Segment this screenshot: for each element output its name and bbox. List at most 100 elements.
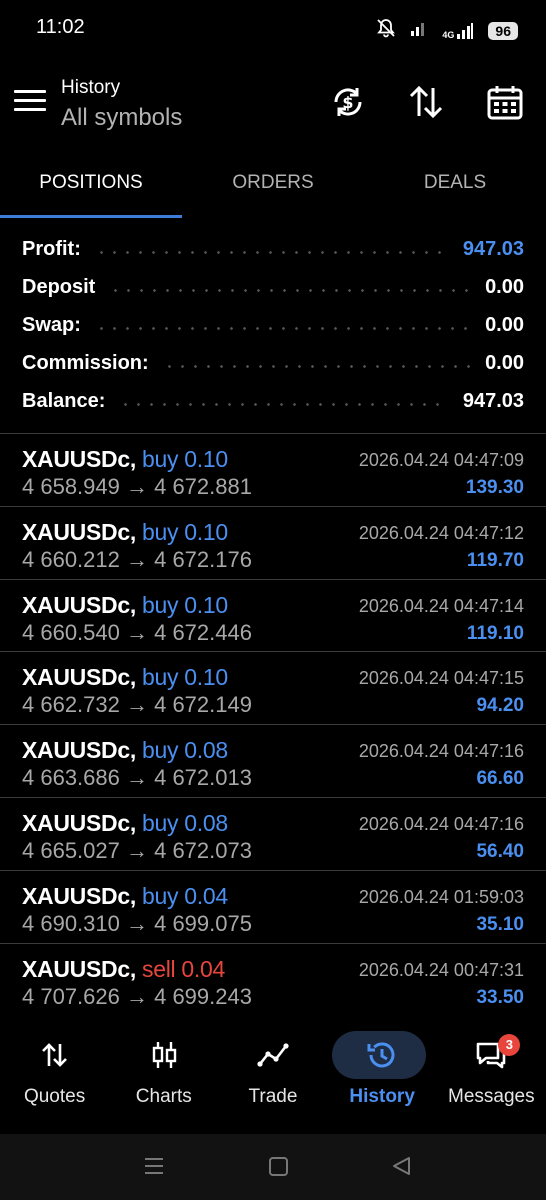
symbol-filter[interactable]: All symbols xyxy=(61,104,182,132)
position-symbol: XAUUSDc, xyxy=(22,955,136,982)
summary-row-commission: Commission: 0.00 xyxy=(0,344,546,382)
recent-apps-icon[interactable] xyxy=(143,1154,165,1183)
positions-list: XAUUSDc, buy 0.10 4 658.949 → 4 672.881 … xyxy=(0,433,546,1015)
position-row[interactable]: XAUUSDc, buy 0.04 4 690.310 → 4 699.075 … xyxy=(0,869,546,943)
position-time: 2026.04.24 00:47:31 xyxy=(358,959,524,980)
summary-row-swap: Swap: 0.00 xyxy=(0,306,546,344)
position-profit: 66.60 xyxy=(476,768,524,790)
position-symbol: XAUUSDc, xyxy=(22,882,136,909)
position-time: 2026.04.24 04:47:14 xyxy=(358,595,524,616)
history-clock-icon xyxy=(365,1038,399,1072)
history-tabs: POSITIONS ORDERS DEALS xyxy=(0,150,546,218)
position-prices: 4 663.686 → 4 672.013 xyxy=(22,765,252,791)
status-time: 11:02 xyxy=(36,16,85,38)
position-symbol: XAUUSDc, xyxy=(22,809,136,836)
quotes-arrows-icon xyxy=(38,1038,72,1072)
battery-indicator: 96 xyxy=(488,21,518,40)
status-bar: 11:02 4G 96 xyxy=(0,0,546,62)
dotted-leader xyxy=(162,364,472,368)
dotted-leader xyxy=(109,288,472,292)
position-symbol: XAUUSDc, xyxy=(22,664,136,691)
balance-label: Balance: xyxy=(22,389,106,412)
summary-row-profit: Profit: 947.03 xyxy=(0,230,546,268)
position-side: buy 0.10 xyxy=(142,664,228,691)
deposit-label: Deposit xyxy=(22,275,96,298)
position-profit: 56.40 xyxy=(476,840,524,862)
position-side: buy 0.10 xyxy=(142,518,228,545)
position-time: 2026.04.24 04:47:09 xyxy=(358,450,524,470)
summary-row-balance: Balance: 947.03 xyxy=(0,382,546,420)
position-prices: 4 660.540 → 4 672.446 xyxy=(22,619,252,645)
position-side: buy 0.10 xyxy=(142,591,228,618)
mute-bell-icon xyxy=(376,18,396,43)
commission-label: Commission: xyxy=(22,351,149,374)
nav-charts-label: Charts xyxy=(135,1086,192,1107)
swap-value: 0.00 xyxy=(485,313,524,336)
position-time: 2026.04.24 04:47:15 xyxy=(358,668,524,689)
back-icon[interactable] xyxy=(391,1154,413,1183)
swap-label: Swap: xyxy=(22,313,81,336)
status-icons: 4G 96 xyxy=(376,18,518,43)
position-profit: 33.50 xyxy=(476,986,524,1008)
position-prices: 4 665.027 → 4 672.073 xyxy=(22,837,252,863)
position-row[interactable]: XAUUSDc, buy 0.10 4 660.540 → 4 672.446 … xyxy=(0,578,546,652)
position-profit: 119.70 xyxy=(466,549,524,571)
nav-messages-label: Messages xyxy=(448,1086,535,1107)
tab-deals[interactable]: DEALS xyxy=(364,150,546,218)
profit-label: Profit: xyxy=(22,237,81,260)
trend-line-icon xyxy=(256,1038,290,1072)
nav-messages[interactable]: 3 Messages xyxy=(438,1028,544,1132)
toolbar: History All symbols $ xyxy=(0,62,546,148)
tab-positions[interactable]: POSITIONS xyxy=(0,150,182,218)
nav-quotes[interactable]: Quotes xyxy=(2,1028,108,1132)
position-row[interactable]: XAUUSDc, sell 0.04 4 707.626 → 4 699.243… xyxy=(0,942,546,1016)
position-row[interactable]: XAUUSDc, buy 0.08 4 665.027 → 4 672.073 … xyxy=(0,796,546,870)
position-symbol: XAUUSDc, xyxy=(22,446,136,472)
account-summary: Profit: 947.03 Deposit 0.00 Swap: 0.00 C… xyxy=(0,230,546,420)
nav-history-label: History xyxy=(349,1086,415,1107)
position-row[interactable]: XAUUSDc, buy 0.08 4 663.686 → 4 672.013 … xyxy=(0,724,546,797)
network-4g-icon: 4G xyxy=(442,22,474,40)
nav-charts[interactable]: Charts xyxy=(111,1028,217,1132)
sync-money-icon[interactable]: $ xyxy=(328,82,368,122)
position-side: buy 0.08 xyxy=(142,737,228,764)
position-prices: 4 662.732 → 4 672.149 xyxy=(22,692,252,718)
position-profit: 35.10 xyxy=(476,913,524,935)
signal-icon xyxy=(410,19,428,42)
position-profit: 139.30 xyxy=(465,477,524,498)
position-symbol: XAUUSDc, xyxy=(22,591,136,618)
nav-quotes-label: Quotes xyxy=(23,1086,86,1107)
position-side: buy 0.08 xyxy=(142,809,228,836)
position-side: sell 0.04 xyxy=(142,955,225,982)
sort-icon[interactable] xyxy=(406,82,446,122)
menu-icon[interactable] xyxy=(14,90,46,116)
dotted-leader xyxy=(119,402,449,406)
position-symbol: XAUUSDc, xyxy=(22,518,136,545)
home-icon[interactable] xyxy=(268,1154,290,1183)
svg-text:$: $ xyxy=(342,93,353,112)
calendar-icon[interactable] xyxy=(485,82,525,122)
tab-orders[interactable]: ORDERS xyxy=(182,150,364,218)
position-prices: 4 690.310 → 4 699.075 xyxy=(22,910,252,936)
deposit-value: 0.00 xyxy=(485,275,524,298)
nav-trade[interactable]: Trade xyxy=(220,1028,326,1132)
commission-value: 0.00 xyxy=(485,351,524,374)
balance-value: 947.03 xyxy=(462,389,524,412)
dotted-leader xyxy=(94,326,472,330)
position-prices: 4 660.212 → 4 672.176 xyxy=(22,546,252,572)
position-symbol: XAUUSDc, xyxy=(22,737,136,764)
position-prices: 4 707.626 → 4 699.243 xyxy=(22,983,252,1009)
system-nav-bar xyxy=(0,1134,546,1200)
nav-history[interactable]: History xyxy=(329,1028,435,1132)
position-profit: 119.10 xyxy=(466,622,524,644)
position-row[interactable]: XAUUSDc, buy 0.10 4 658.949 → 4 672.881 … xyxy=(0,433,546,506)
profit-value: 947.03 xyxy=(462,237,524,260)
page-title: History xyxy=(61,77,121,98)
position-row[interactable]: XAUUSDc, buy 0.10 4 660.212 → 4 672.176 … xyxy=(0,505,546,579)
position-profit: 94.20 xyxy=(476,695,524,717)
summary-row-deposit: Deposit 0.00 xyxy=(0,268,546,306)
bottom-nav: Quotes Charts Trade History 3 Messages xyxy=(0,1028,546,1132)
dotted-leader xyxy=(94,250,449,254)
position-row[interactable]: XAUUSDc, buy 0.10 4 662.732 → 4 672.149 … xyxy=(0,651,546,724)
position-time: 2026.04.24 04:47:12 xyxy=(358,522,524,543)
